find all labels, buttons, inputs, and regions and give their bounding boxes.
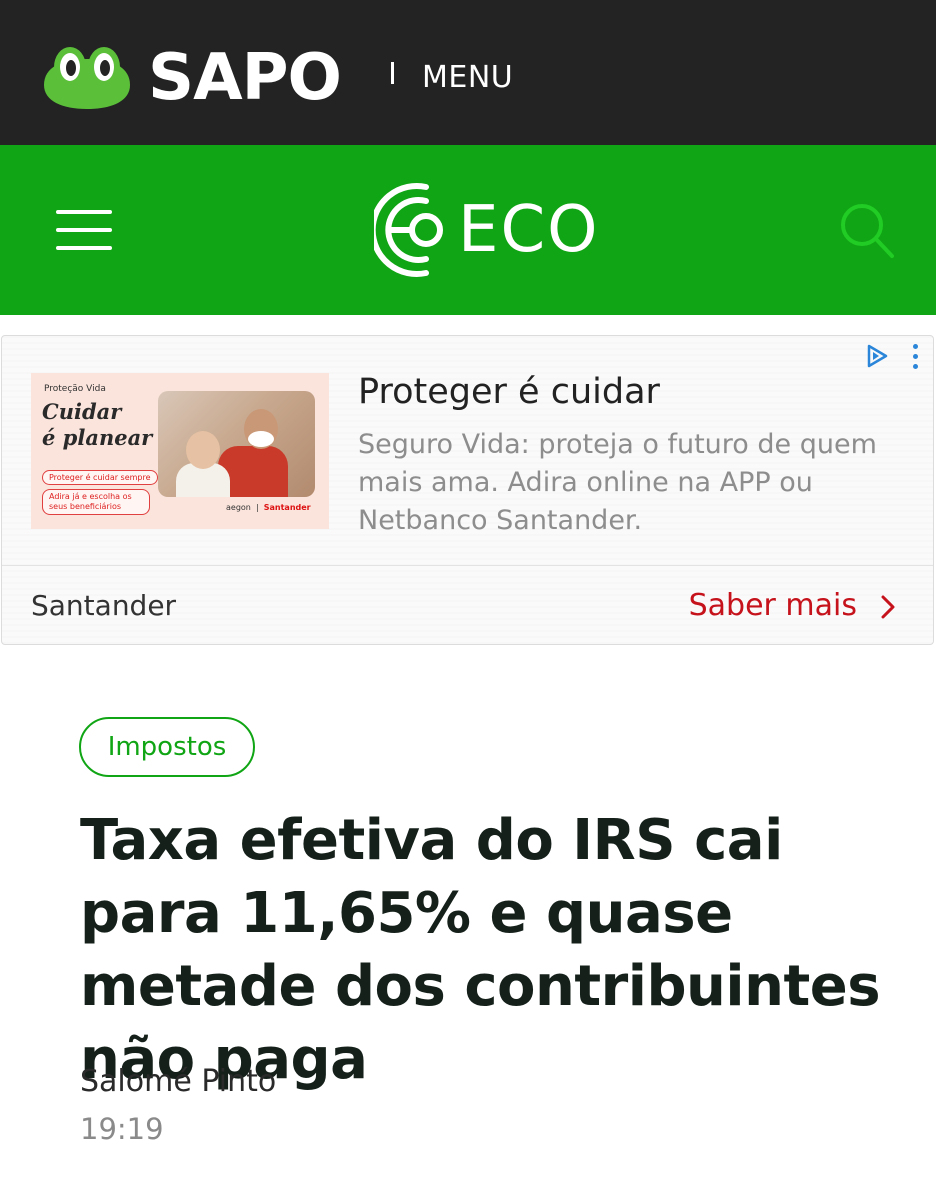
header-separator: [391, 62, 394, 84]
category-tag[interactable]: Impostos: [79, 717, 255, 777]
ad-description: Seguro Vida: proteja o futuro de quem ma…: [358, 429, 877, 536]
ad-image-pill: Adira já e escolha os seus beneficiários: [42, 489, 150, 515]
ad-image-pill: Proteger é cuidar sempre: [42, 470, 158, 485]
sapo-header: SAPO MENU: [0, 0, 936, 145]
saber-mais-button[interactable]: Saber mais: [689, 587, 857, 625]
sapo-wordmark[interactable]: SAPO: [148, 38, 342, 118]
adchoices-icon[interactable]: [864, 343, 890, 369]
article-author[interactable]: Salomé Pinto: [80, 1062, 276, 1102]
kebab-menu-icon[interactable]: [908, 342, 922, 372]
hamburger-icon[interactable]: [56, 208, 112, 252]
advertisement[interactable]: Proteção Vida Cuidar é planear Proteger …: [1, 335, 934, 645]
ad-banner-image[interactable]: Proteção Vida Cuidar é planear Proteger …: [31, 373, 329, 529]
eco-navbar: ECO: [0, 145, 936, 315]
ad-image-brands: aegon | Santander: [226, 503, 311, 512]
ad-advertiser: Santander: [31, 589, 177, 622]
search-icon[interactable]: [838, 201, 896, 261]
sapo-frog-logo-icon[interactable]: [40, 45, 134, 110]
article-headline: Taxa efetiva do IRS cai para 11,65% e qu…: [80, 808, 881, 1092]
eco-logo-icon[interactable]: [374, 181, 466, 279]
eco-wordmark[interactable]: ECO: [458, 192, 600, 268]
ad-image-tag: Proteção Vida: [44, 384, 106, 394]
ad-image-headline-line1: Cuidar: [42, 399, 122, 424]
sapo-menu-button[interactable]: MENU: [422, 58, 513, 98]
ad-divider: [2, 565, 933, 566]
chevron-right-icon[interactable]: [878, 594, 898, 620]
article-time: 19:19: [80, 1112, 164, 1146]
aegon-logo: aegon: [226, 503, 251, 512]
ad-image-headline: Cuidar é planear: [42, 399, 152, 451]
ad-photo: [158, 391, 315, 497]
ad-image-headline-line2: é planear: [42, 425, 153, 450]
ad-title[interactable]: Proteger é cuidar: [358, 370, 660, 414]
santander-logo: Santander: [263, 503, 311, 512]
